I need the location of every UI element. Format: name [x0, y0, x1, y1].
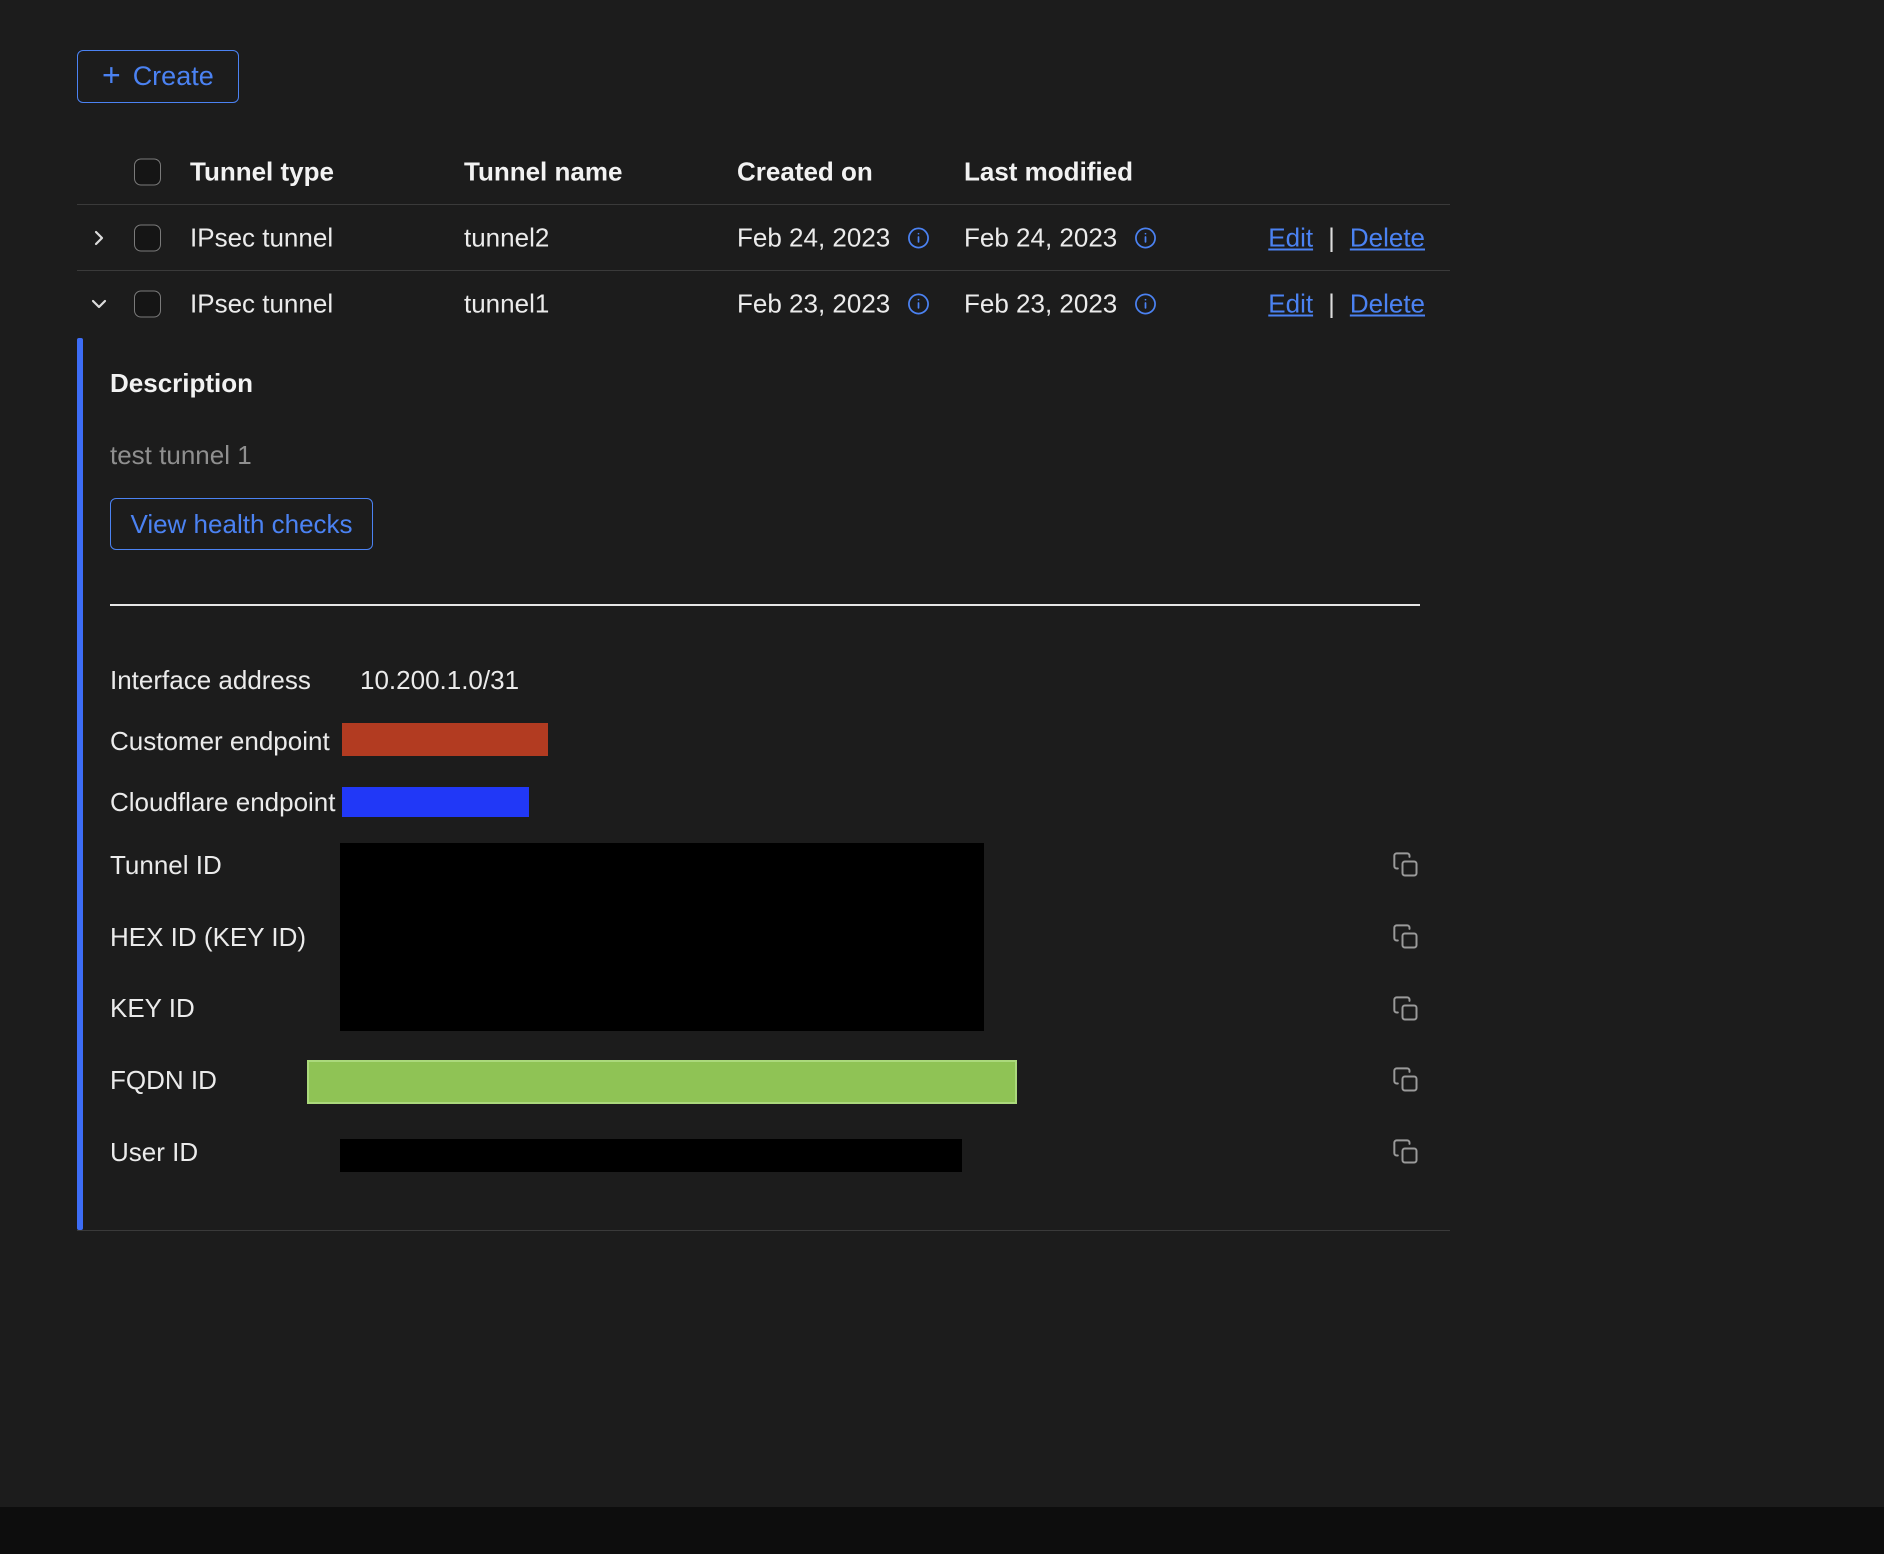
row-checkbox[interactable] [134, 291, 161, 318]
last-modified-cell: Feb 24, 2023 [964, 222, 1117, 253]
edit-link[interactable]: Edit [1268, 222, 1313, 253]
created-on-cell: Feb 24, 2023 [737, 222, 890, 253]
user-id-label: User ID [110, 1137, 198, 1167]
last-modified-info-icon[interactable] [1134, 226, 1157, 249]
edit-link[interactable]: Edit [1268, 289, 1313, 320]
tunnel-type-cell: IPsec tunnel [190, 222, 333, 253]
customer-endpoint-redacted-value [342, 723, 548, 756]
actions-separator: | [1328, 289, 1335, 320]
cloudflare-endpoint-redacted-value [342, 787, 529, 817]
description-label: Description [110, 368, 253, 399]
copy-fqdn-id-button[interactable] [1392, 1066, 1420, 1094]
copy-tunnel-id-button[interactable] [1392, 851, 1420, 879]
copy-icon [1392, 1066, 1420, 1094]
interface-address-value: 10.200.1.0/31 [360, 665, 519, 695]
tunnels-table: Tunnel type Tunnel name Created on Last … [77, 140, 1450, 337]
bottom-strip [0, 1507, 1884, 1554]
delete-link[interactable]: Delete [1350, 289, 1425, 320]
column-header-tunnel-name: Tunnel name [464, 157, 622, 188]
tunnel-type-cell: IPsec tunnel [190, 289, 333, 320]
interface-address-label: Interface address [110, 665, 311, 695]
plus-icon: + [102, 59, 121, 91]
tunnel-id-label: Tunnel ID [110, 850, 222, 880]
chevron-right-icon [87, 226, 111, 250]
table-row-tunnel2: IPsec tunnel tunnel2 Feb 24, 2023 Feb 24… [77, 205, 1450, 271]
copy-icon [1392, 923, 1420, 951]
key-id-label: KEY ID [110, 993, 195, 1023]
table-bottom-border [77, 1230, 1450, 1231]
last-modified-cell: Feb 23, 2023 [964, 289, 1117, 320]
tunnel-name-cell: tunnel1 [464, 289, 549, 320]
delete-link[interactable]: Delete [1350, 222, 1425, 253]
create-button-label: Create [133, 61, 214, 92]
copy-hex-id-button[interactable] [1392, 923, 1420, 951]
expand-row-button[interactable] [87, 226, 111, 250]
actions-separator: | [1328, 222, 1335, 253]
chevron-down-icon [87, 292, 111, 316]
created-on-cell: Feb 23, 2023 [737, 289, 890, 320]
copy-key-id-button[interactable] [1392, 995, 1420, 1023]
copy-icon [1392, 1138, 1420, 1166]
table-header-row: Tunnel type Tunnel name Created on Last … [77, 140, 1450, 205]
table-row-tunnel1: IPsec tunnel tunnel1 Feb 23, 2023 Feb 23… [77, 271, 1450, 337]
customer-endpoint-label: Customer endpoint [110, 726, 330, 756]
fqdn-id-label: FQDN ID [110, 1065, 217, 1095]
row-checkbox[interactable] [134, 224, 161, 251]
create-button[interactable]: + Create [77, 50, 239, 103]
column-header-last-modified: Last modified [964, 157, 1133, 188]
created-on-info-icon[interactable] [907, 226, 930, 249]
ids-redacted-block [340, 843, 984, 1031]
last-modified-info-icon[interactable] [1134, 293, 1157, 316]
cloudflare-endpoint-label: Cloudflare endpoint [110, 787, 336, 817]
description-value: test tunnel 1 [110, 440, 252, 471]
user-id-redacted-value [340, 1139, 962, 1172]
copy-icon [1392, 851, 1420, 879]
column-header-created-on: Created on [737, 157, 873, 188]
fqdn-id-redacted-value [307, 1060, 1017, 1104]
tunnel-name-cell: tunnel2 [464, 222, 549, 253]
created-on-info-icon[interactable] [907, 293, 930, 316]
select-all-checkbox[interactable] [134, 159, 161, 186]
copy-icon [1392, 995, 1420, 1023]
copy-user-id-button[interactable] [1392, 1138, 1420, 1166]
column-header-tunnel-type: Tunnel type [190, 157, 334, 188]
section-divider [110, 604, 1420, 606]
hex-id-label: HEX ID (KEY ID) [110, 922, 306, 952]
view-health-checks-button[interactable]: View health checks [110, 498, 373, 550]
collapse-row-button[interactable] [87, 292, 111, 316]
tunnel-details-panel: Description test tunnel 1 View health ch… [77, 338, 1450, 1230]
